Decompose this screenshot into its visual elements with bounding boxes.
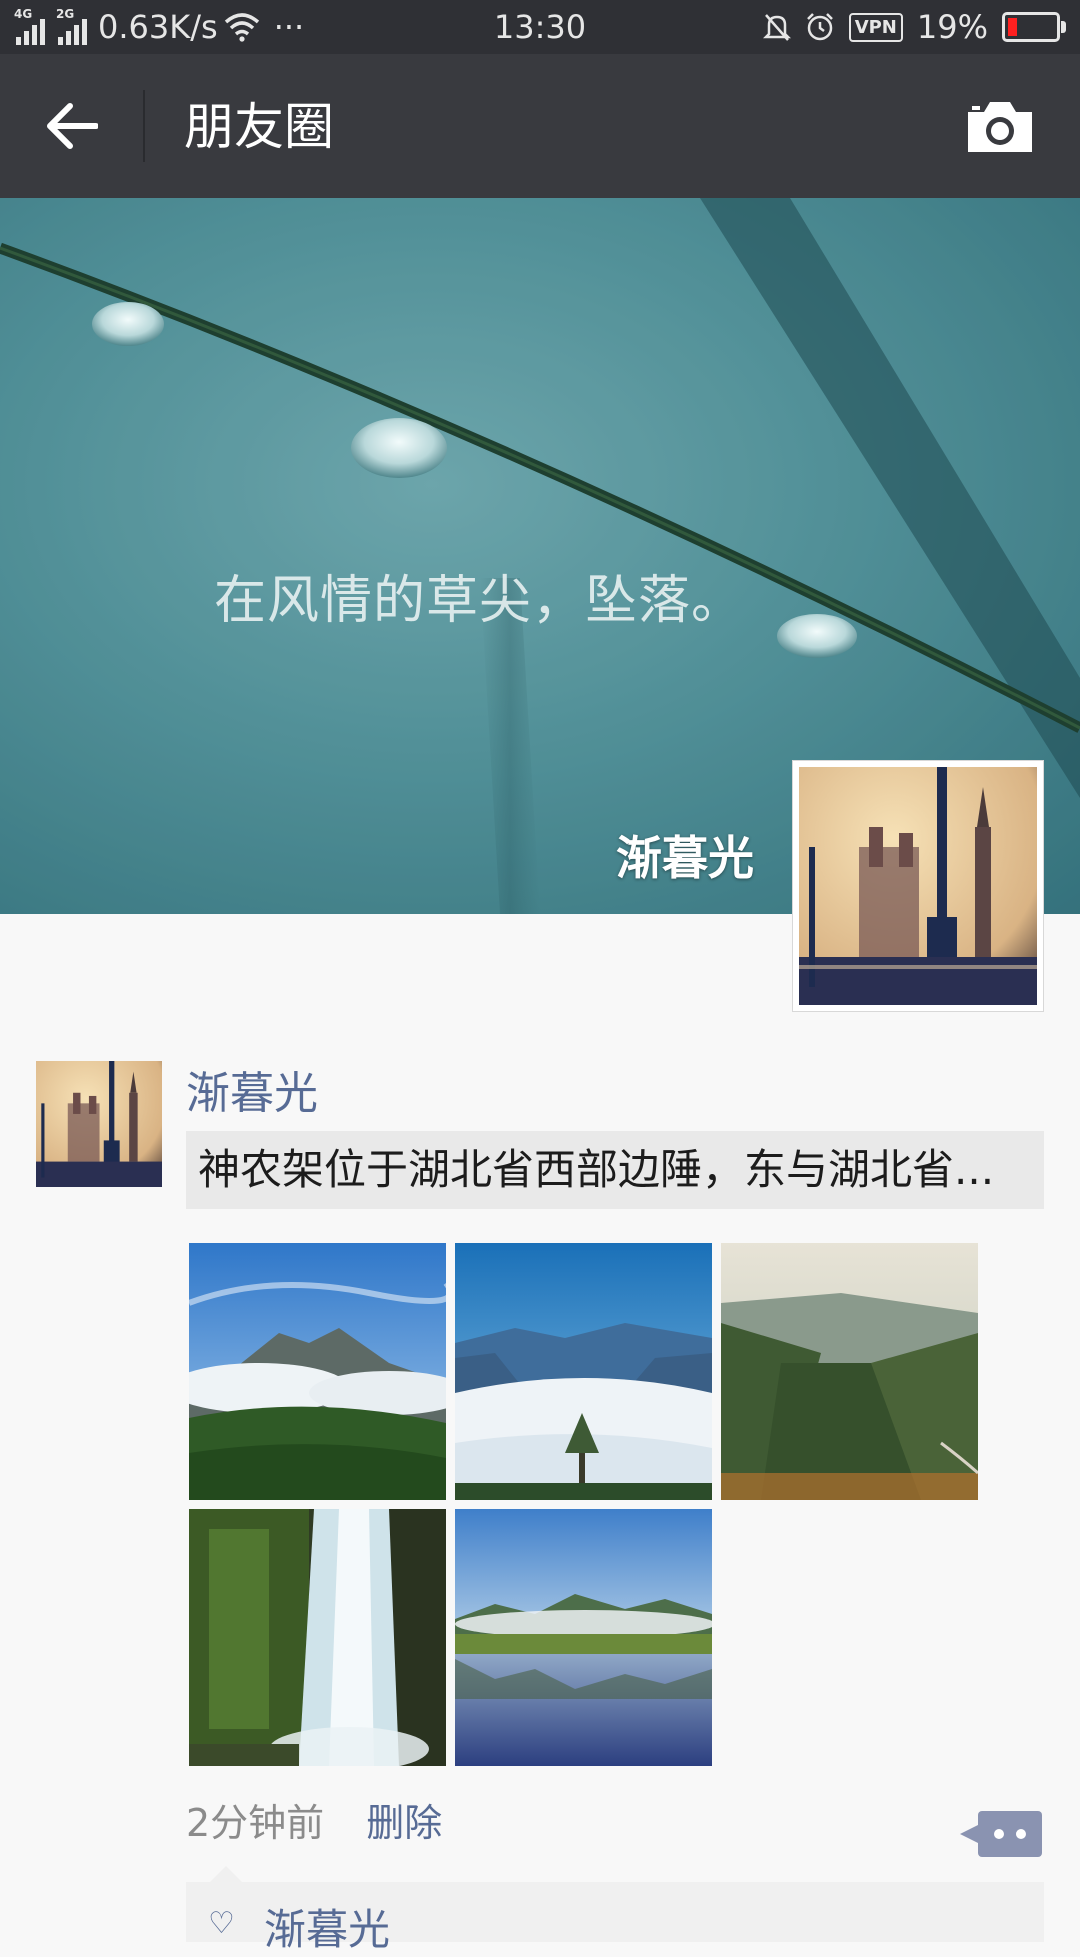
title-divider xyxy=(143,90,145,162)
post-footer: 2分钟前 删除 xyxy=(186,1798,442,1848)
avatar-london-image xyxy=(799,767,1037,1005)
photo-sea-of-clouds[interactable] xyxy=(455,1243,712,1500)
status-bar: 4G 2G 0.63K/s ··· 13:30 VPN 19% xyxy=(0,0,1080,54)
photo-valley-forest[interactable] xyxy=(721,1243,978,1500)
profile-avatar[interactable] xyxy=(792,760,1044,1012)
photo-waterfall[interactable] xyxy=(189,1509,446,1766)
status-right: VPN 19% xyxy=(762,6,1066,48)
author-avatar-image xyxy=(36,1061,162,1187)
battery-icon xyxy=(1002,12,1066,42)
mute-bell-icon xyxy=(762,14,791,41)
heart-icon: ♡ xyxy=(208,1906,235,1941)
more-dot-icon xyxy=(994,1829,1004,1839)
post-time: 2分钟前 xyxy=(186,1801,325,1845)
photo-mountain-peak[interactable] xyxy=(189,1243,446,1500)
post-author-avatar[interactable] xyxy=(36,1061,162,1187)
page-title: 朋友圈 xyxy=(184,98,334,156)
back-button[interactable] xyxy=(40,96,104,156)
battery-percent: 19% xyxy=(916,8,988,46)
camera-button[interactable] xyxy=(964,98,1036,158)
more-dot-icon xyxy=(1016,1829,1026,1839)
comment-like-menu-button[interactable] xyxy=(960,1811,1042,1857)
title-bar: 朋友圈 xyxy=(0,54,1080,198)
battery-fill xyxy=(1008,18,1017,36)
delete-post-link[interactable]: 删除 xyxy=(366,1801,442,1845)
alarm-icon xyxy=(806,13,833,41)
cover-caption: 在风情的草尖，坠落。 xyxy=(214,571,745,631)
liker-name[interactable]: 渐暮光 xyxy=(264,1896,390,1957)
likes-panel: ♡ 渐暮光 xyxy=(186,1866,1044,1954)
post-author-name[interactable]: 渐暮光 xyxy=(186,1064,318,1124)
post-text[interactable]: 神农架位于湖北省西部边陲，东与湖北省... xyxy=(186,1131,1044,1209)
vpn-indicator: VPN xyxy=(848,12,903,42)
camera-icon xyxy=(968,102,1032,152)
arrow-left-icon xyxy=(47,103,98,149)
photo-lake-reflection[interactable] xyxy=(455,1509,712,1766)
profile-name: 渐暮光 xyxy=(616,831,754,885)
